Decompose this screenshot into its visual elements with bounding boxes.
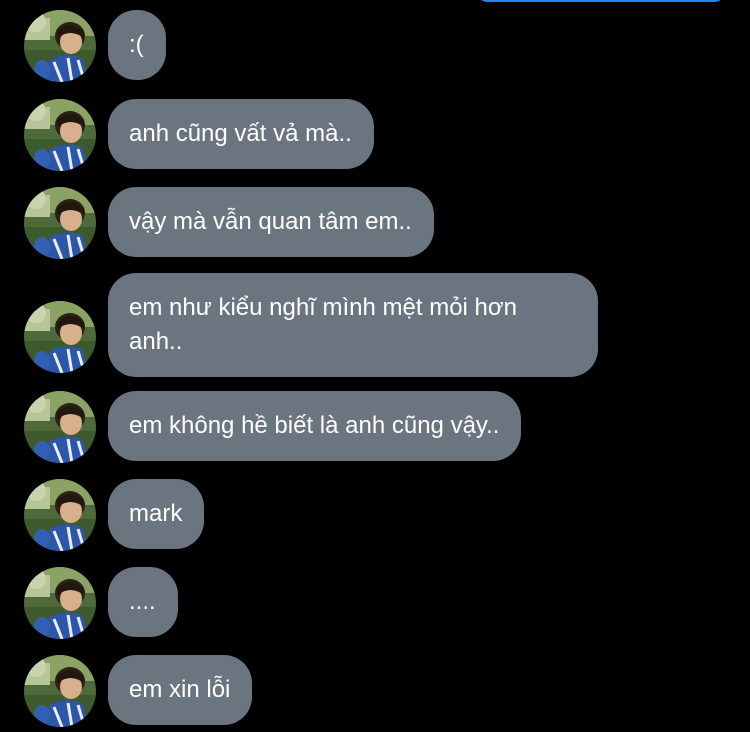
profile-photo-icon [24, 99, 96, 171]
profile-photo-icon [24, 301, 96, 373]
message-row: em như kiểu nghĩ mình mệt mỏi hơn anh.. [0, 273, 750, 377]
message-row: em xin lỗi [0, 655, 750, 727]
message-bubble[interactable]: em xin lỗi [108, 655, 253, 725]
sender-avatar[interactable] [24, 479, 96, 551]
sender-avatar[interactable] [24, 10, 96, 82]
sender-avatar[interactable] [24, 187, 96, 259]
sender-avatar[interactable] [24, 567, 96, 639]
profile-photo-icon [24, 479, 96, 551]
profile-photo-icon [24, 187, 96, 259]
message-bubble[interactable]: :( [108, 10, 166, 80]
profile-photo-icon [24, 391, 96, 463]
message-row: anh cũng vất vả mà.. [0, 99, 750, 171]
sender-avatar[interactable] [24, 301, 96, 373]
message-row: mark [0, 479, 750, 551]
message-row: :( [0, 10, 750, 82]
message-row: .... [0, 567, 750, 639]
message-bubble[interactable]: mark [108, 479, 205, 549]
sender-avatar[interactable] [24, 655, 96, 727]
message-bubble[interactable]: anh cũng vất vả mà.. [108, 99, 374, 169]
sender-avatar[interactable] [24, 99, 96, 171]
message-row: em không hề biết là anh cũng vậy.. [0, 391, 750, 463]
message-bubble[interactable]: .... [108, 567, 178, 637]
message-bubble[interactable]: em không hề biết là anh cũng vậy.. [108, 391, 522, 461]
message-bubble[interactable]: vậy mà vẫn quan tâm em.. [108, 187, 434, 257]
message-row: vậy mà vẫn quan tâm em.. [0, 187, 750, 259]
profile-photo-icon [24, 655, 96, 727]
previous-sent-message-bubble[interactable] [476, 0, 726, 2]
message-bubble[interactable]: em như kiểu nghĩ mình mệt mỏi hơn anh.. [108, 273, 598, 377]
profile-photo-icon [24, 567, 96, 639]
profile-photo-icon [24, 10, 96, 82]
sender-avatar[interactable] [24, 391, 96, 463]
